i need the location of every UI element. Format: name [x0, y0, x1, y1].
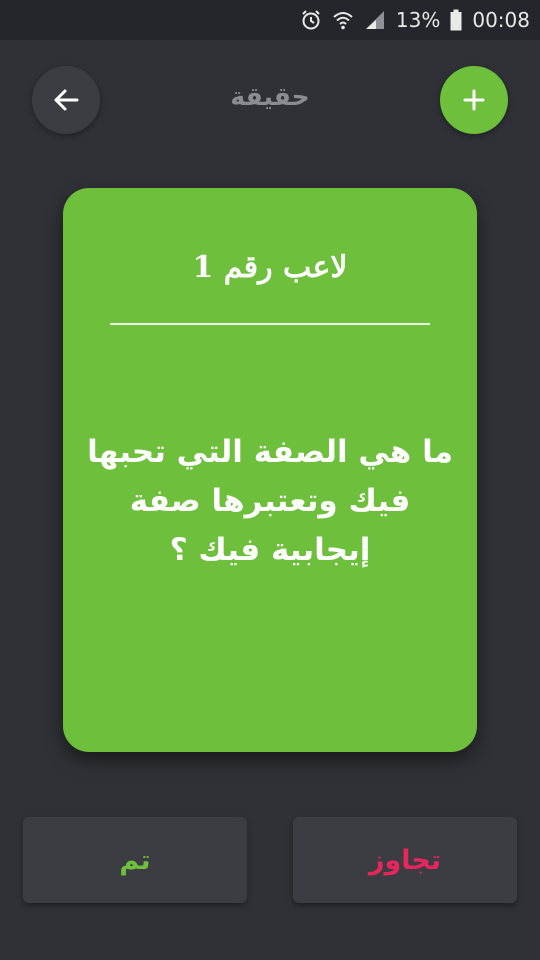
- add-button[interactable]: [440, 66, 508, 134]
- status-bar: 13% 00:08: [0, 0, 540, 40]
- page-title: حقيقة: [230, 82, 310, 111]
- arrow-left-icon: [53, 88, 79, 112]
- battery-percent: 13%: [395, 8, 441, 32]
- done-button-label: تم: [119, 844, 151, 876]
- card-divider: [110, 323, 430, 325]
- back-button[interactable]: [32, 66, 100, 134]
- skip-button-label: تجاوز: [368, 844, 442, 876]
- question-text: ما هي الصفة التي تحبها فيك وتعتبرها صفة …: [87, 434, 453, 568]
- wifi-icon: [332, 10, 354, 30]
- signal-icon: [364, 10, 386, 30]
- clock-time: 00:08: [472, 8, 530, 32]
- skip-button[interactable]: تجاوز: [293, 817, 517, 903]
- player-label: لاعب رقم 1: [192, 250, 348, 285]
- done-button[interactable]: تم: [23, 817, 247, 903]
- plus-icon: [463, 89, 485, 111]
- alarm-clock-icon: [300, 9, 322, 31]
- status-icons: 13% 00:08: [300, 0, 530, 40]
- battery-icon: [450, 9, 462, 31]
